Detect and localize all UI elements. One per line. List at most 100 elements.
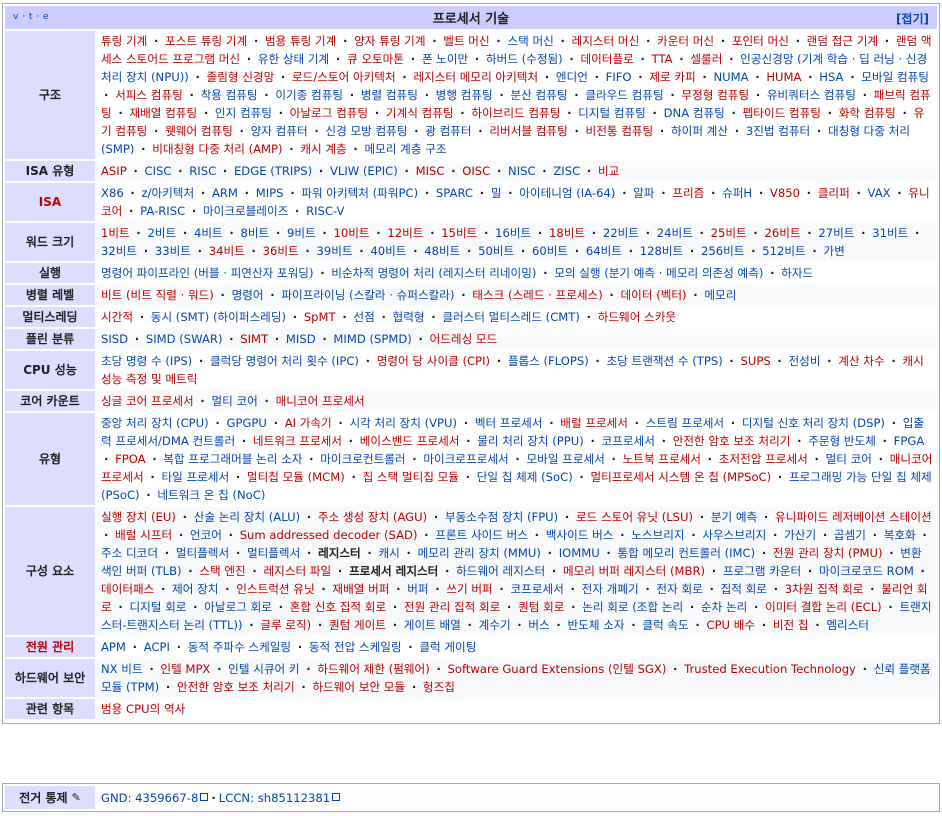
list-item[interactable]: 명령어 파이프라인 (버블 · 피연산자 포워딩) <box>101 266 314 280</box>
list-item[interactable]: 하이브리드 컴퓨팅 <box>471 106 560 120</box>
list-item[interactable]: 유한 상태 기계 <box>258 52 329 66</box>
list-item[interactable]: 태스크 (스레드 · 프로세스) <box>472 288 602 302</box>
list-item[interactable]: 31비트 <box>872 226 908 240</box>
list-item[interactable]: 비순차적 명령어 처리 (레지스터 리네이밍) <box>331 266 536 280</box>
list-item[interactable]: 밀 <box>491 186 502 200</box>
list-item[interactable]: 아이테니엄 (IA-64) <box>519 186 615 200</box>
list-item[interactable]: 칩 스택 멀티칩 모듈 <box>363 470 459 484</box>
list-item[interactable]: 모바일 프로세서 <box>526 452 604 466</box>
list-item[interactable]: 128비트 <box>640 244 683 258</box>
list-item[interactable]: 3진법 컴퓨터 <box>746 124 810 138</box>
list-item[interactable]: 제로 카피 <box>649 70 695 84</box>
list-item[interactable]: HUMA <box>766 70 801 84</box>
collapse-link[interactable]: [접기] <box>896 12 929 26</box>
list-item[interactable]: 계산 차수 <box>838 354 884 368</box>
list-item[interactable]: 비전 칩 <box>773 618 809 632</box>
list-item[interactable]: 비교 <box>598 164 619 178</box>
list-item[interactable]: EDGE (TRIPS) <box>234 164 312 178</box>
list-item[interactable]: 물리 처리 장치 (PPU) <box>477 434 584 448</box>
list-item[interactable]: 멀티프로세서 시스템 온 칩 (MPSoC) <box>591 470 772 484</box>
list-item[interactable]: 기계식 컴퓨팅 <box>386 106 454 120</box>
list-item[interactable]: 50비트 <box>478 244 514 258</box>
list-item[interactable]: 24비트 <box>657 226 693 240</box>
list-item[interactable]: 클리퍼 <box>818 186 850 200</box>
list-item[interactable]: 부동소수점 장치 (FPU) <box>445 510 558 524</box>
list-item[interactable]: 튜링 기계 <box>101 34 147 48</box>
row-header[interactable]: 관련 항목 <box>5 699 95 719</box>
list-item[interactable]: 펩타이드 컴퓨팅 <box>743 106 821 120</box>
list-item[interactable]: 26비트 <box>765 226 801 240</box>
list-item[interactable]: 메모리 <box>704 288 736 302</box>
list-item[interactable]: 하이퍼 계산 <box>671 124 728 138</box>
list-item[interactable]: 순차 논리 <box>701 600 747 614</box>
list-item[interactable]: 8비트 <box>241 226 270 240</box>
list-item[interactable]: 화학 컴퓨팅 <box>839 106 896 120</box>
list-item[interactable]: MIPS <box>256 186 284 200</box>
row-header[interactable]: 전원 관리 <box>5 637 95 657</box>
list-item[interactable]: 범용 CPU의 역사 <box>101 702 185 716</box>
list-item[interactable]: 하버드 (수정됨) <box>486 52 563 66</box>
list-item[interactable]: 디지털 신호 처리 장치 (DSP) <box>742 416 885 430</box>
list-item[interactable]: 알파 <box>633 186 654 200</box>
list-item[interactable]: 디지털 회로 <box>129 600 186 614</box>
list-item[interactable]: 주문형 반도체 <box>808 434 876 448</box>
list-item[interactable]: X86 <box>101 186 124 200</box>
list-item[interactable]: MISC <box>416 164 445 178</box>
list-item[interactable]: SpMT <box>304 310 336 324</box>
list-item[interactable]: 안전한 암호 보조 처리기 <box>673 434 791 448</box>
list-item[interactable]: 시간적 <box>101 310 133 324</box>
row-header[interactable]: 플린 분류 <box>5 329 95 349</box>
list-item[interactable]: 이미터 결합 논리 (ECL) <box>765 600 882 614</box>
list-item[interactable]: 명령어 당 사이클 (CPI) <box>377 354 490 368</box>
list-item[interactable]: 네트워크 프로세서 <box>253 434 342 448</box>
list-item[interactable]: 산술 논리 장치 (ALU) <box>194 510 300 524</box>
list-item[interactable]: 캐시 계층 <box>300 142 346 156</box>
row-header[interactable]: CPU 성능 <box>5 351 95 389</box>
list-item[interactable]: 캐시 <box>379 546 400 560</box>
list-item[interactable]: 재배열 버퍼 <box>332 582 389 596</box>
list-item[interactable]: 초저전압 프로세서 <box>719 452 808 466</box>
list-item[interactable]: 카운터 머신 <box>657 34 714 48</box>
list-item[interactable]: 재배열 컴퓨팅 <box>129 106 197 120</box>
list-item[interactable]: 전원 관리 장치 (PMU) <box>773 546 883 560</box>
list-item[interactable]: 퀀텀 게이트 <box>329 618 386 632</box>
list-item[interactable]: 서피스 컴퓨팅 <box>115 88 183 102</box>
list-item[interactable]: PA-RISC <box>140 204 185 218</box>
list-item[interactable]: CPU 배수 <box>706 618 755 632</box>
row-header[interactable]: 구조 <box>5 31 95 159</box>
list-item[interactable]: 동시 (SMT) (하이퍼스레딩) <box>151 310 286 324</box>
list-item[interactable]: 25비트 <box>711 226 747 240</box>
list-item[interactable]: 주소 디코더 <box>101 546 158 560</box>
list-item[interactable]: 하드웨어 제한 (펌웨어) <box>317 662 429 676</box>
list-item[interactable]: 멀티플렉서 <box>176 546 229 560</box>
list-item[interactable]: 40비트 <box>370 244 406 258</box>
list-item[interactable]: 모의 실행 (분기 예측 · 메모리 의존성 예측) <box>554 266 763 280</box>
list-item[interactable]: 256비트 <box>701 244 744 258</box>
list-item[interactable]: 3차원 집적 회로 <box>785 582 864 596</box>
list-item[interactable]: 가산기 <box>784 528 816 542</box>
list-item[interactable]: 명령어 <box>232 288 264 302</box>
list-item[interactable]: 레지스터 머신 <box>572 34 640 48</box>
list-item[interactable]: 언코어 <box>190 528 222 542</box>
list-item[interactable]: 64비트 <box>586 244 622 258</box>
list-item[interactable]: VAX <box>868 186 891 200</box>
list-item[interactable]: TTA <box>652 52 673 66</box>
list-item[interactable]: 60비트 <box>532 244 568 258</box>
list-item[interactable]: 멀티 코어 <box>211 394 257 408</box>
list-item[interactable]: 범용 튜링 기계 <box>265 34 336 48</box>
list-item[interactable]: 전원 관리 집적 회로 <box>404 600 500 614</box>
list-item[interactable]: 게이트 배열 <box>404 618 461 632</box>
list-item[interactable]: 클럭 게이팅 <box>419 640 476 654</box>
list-item[interactable]: 프리즘 <box>672 186 704 200</box>
gnd-link[interactable]: GND: 4359667-8 <box>101 791 198 805</box>
list-item[interactable]: 포스트 튜링 기계 <box>165 34 247 48</box>
list-item[interactable]: 퀀텀 회로 <box>518 600 564 614</box>
list-item[interactable]: 랜덤 접근 기계 <box>807 34 878 48</box>
list-item[interactable]: 전성비 <box>788 354 820 368</box>
list-item[interactable]: 벡터 프로세서 <box>475 416 543 430</box>
list-item[interactable]: ARM <box>212 186 238 200</box>
list-item[interactable]: 통합 메모리 컨트롤러 (IMC) <box>618 546 756 560</box>
list-item[interactable]: 안전한 암호 보조 처리기 <box>177 680 295 694</box>
list-item[interactable]: MISD <box>286 332 316 346</box>
list-item[interactable]: AI 가속기 <box>285 416 332 430</box>
